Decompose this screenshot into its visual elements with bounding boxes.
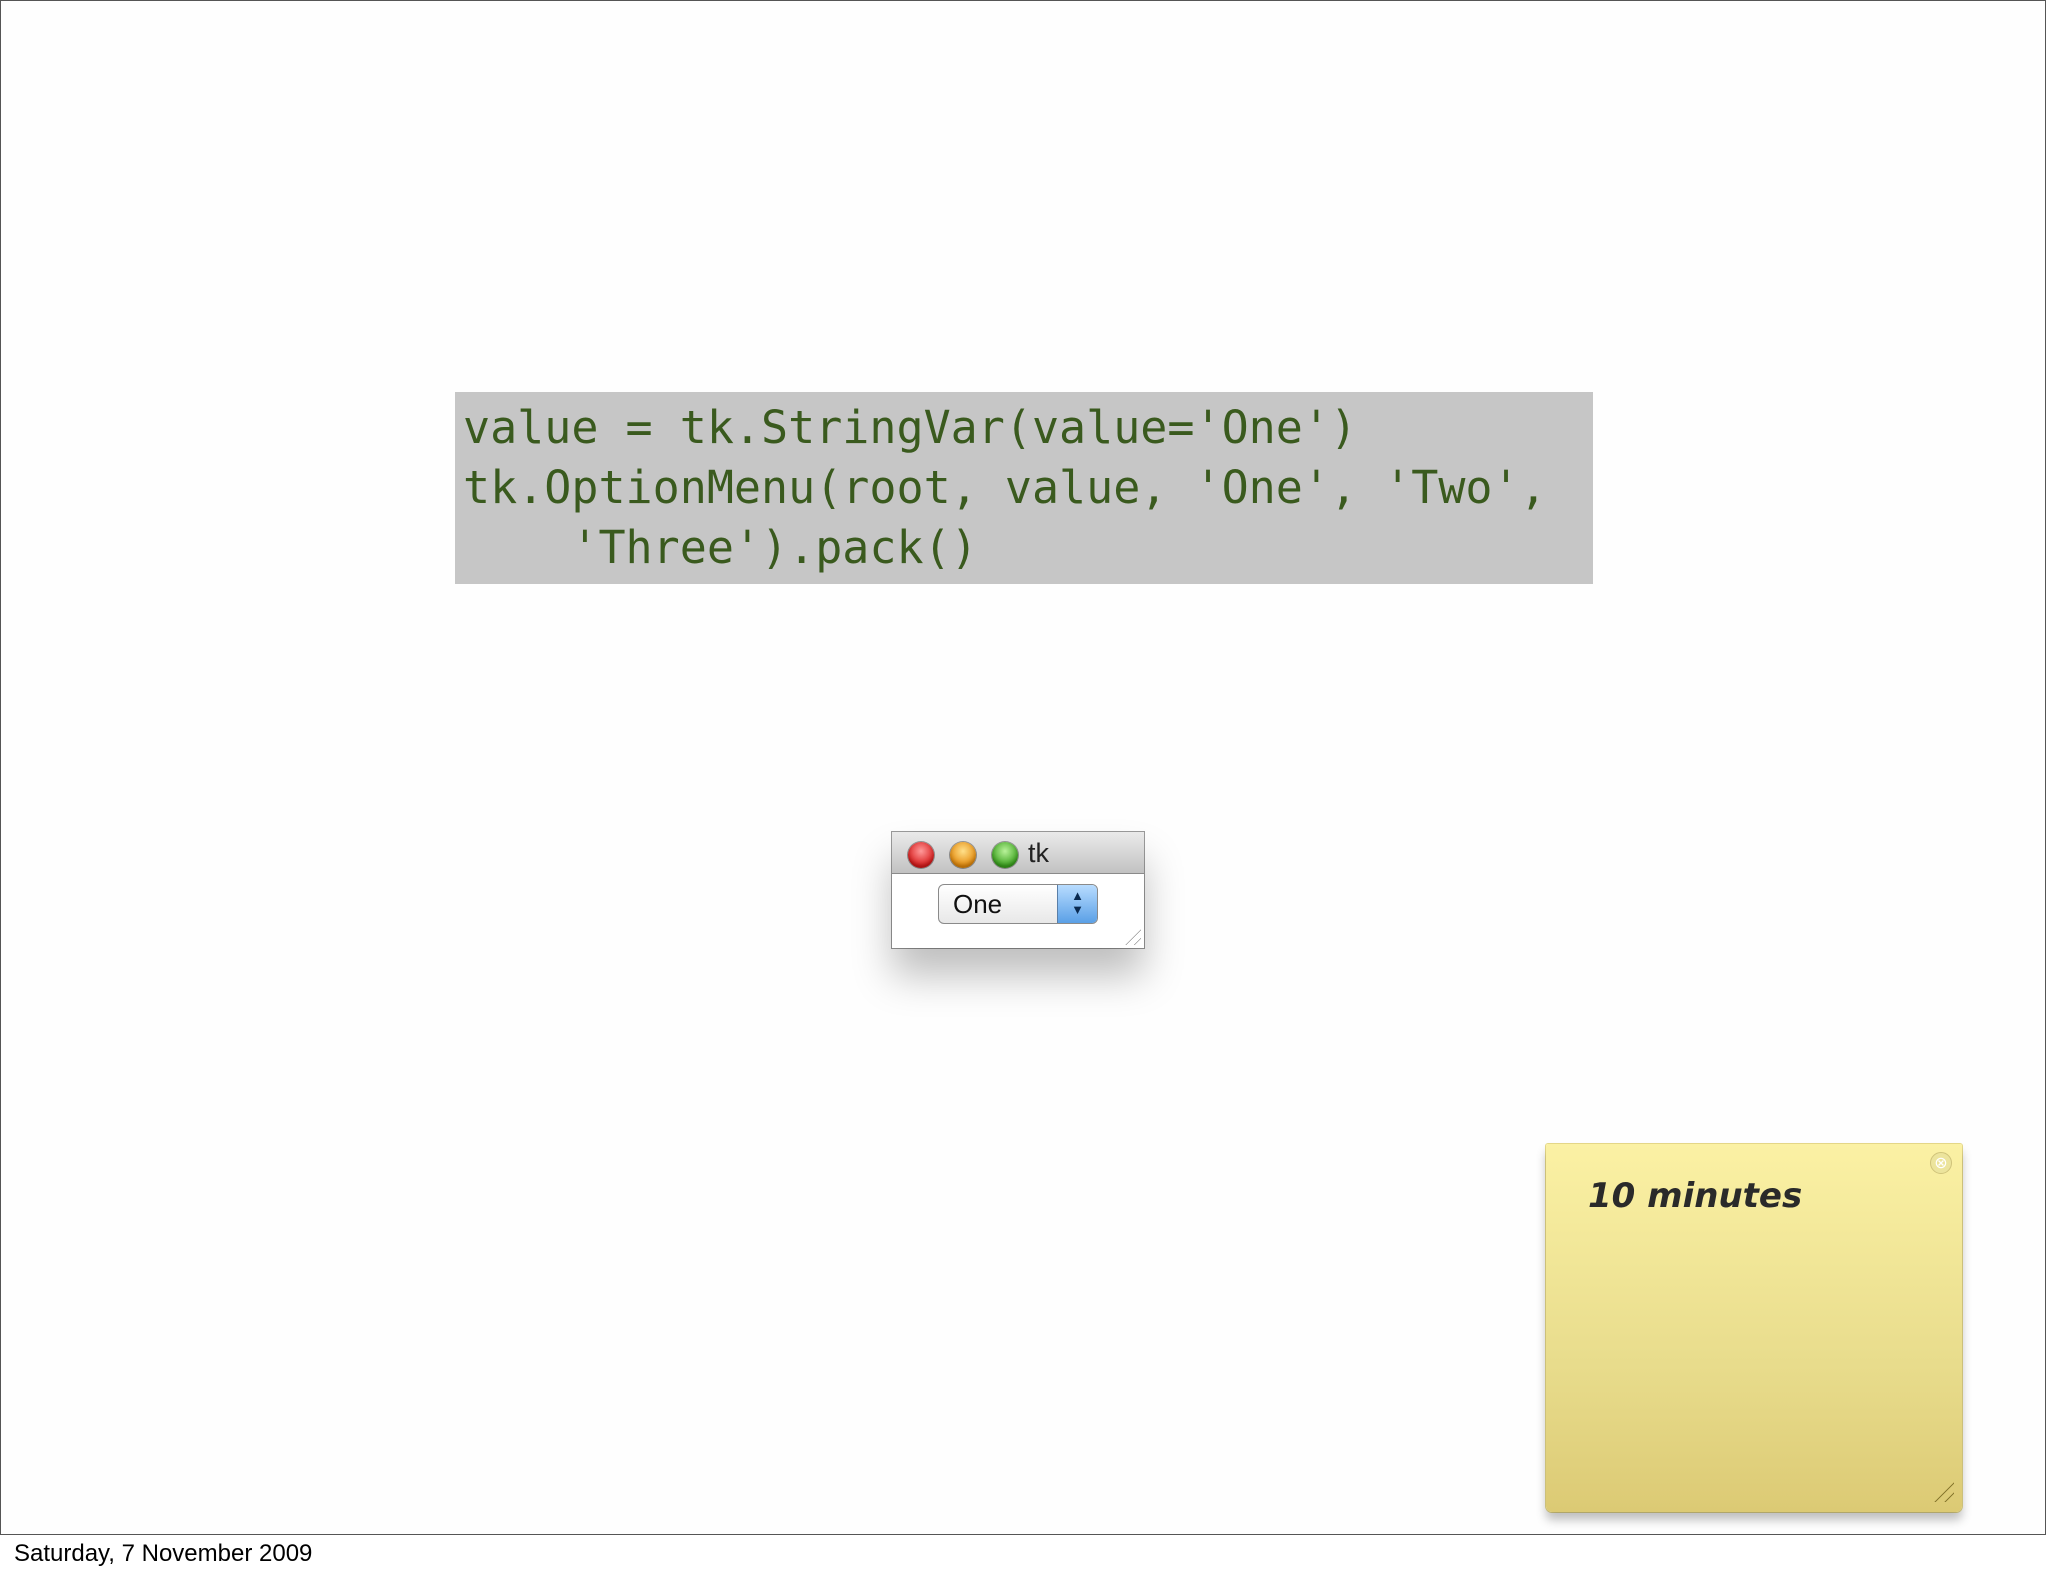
window-resize-grip[interactable] <box>1121 925 1141 945</box>
zoom-window-button[interactable] <box>992 842 1018 868</box>
option-menu[interactable]: One ▲ ▼ <box>938 884 1098 924</box>
option-menu-value: One <box>953 889 1003 919</box>
tk-titlebar[interactable]: tk <box>892 832 1144 874</box>
footer-date: Saturday, 7 November 2009 <box>14 1540 313 1567</box>
sticky-resize-grip[interactable] <box>1930 1478 1954 1502</box>
code-line-3: 'Three').pack() <box>463 521 978 574</box>
tk-window: tk One ▲ ▼ <box>892 832 1144 948</box>
code-block: value = tk.StringVar(value='One') tk.Opt… <box>455 392 1593 584</box>
code-line-2: tk.OptionMenu(root, value, 'One', 'Two', <box>463 461 1547 514</box>
close-window-button[interactable] <box>908 842 934 868</box>
sticky-note-text[interactable]: 10 minutes <box>1588 1176 1802 1216</box>
slide: value = tk.StringVar(value='One') tk.Opt… <box>0 0 2046 1535</box>
sticky-note[interactable]: ⊗ 10 minutes <box>1546 1144 1962 1512</box>
window-title: tk <box>1028 838 1050 868</box>
sticky-close-icon[interactable]: ⊗ <box>1930 1152 1952 1174</box>
option-menu-arrows-icon: ▲ ▼ <box>1057 885 1097 923</box>
code-line-1: value = tk.StringVar(value='One') <box>463 401 1358 454</box>
minimize-window-button[interactable] <box>950 842 976 868</box>
tk-window-body: One ▲ ▼ <box>892 874 1144 948</box>
